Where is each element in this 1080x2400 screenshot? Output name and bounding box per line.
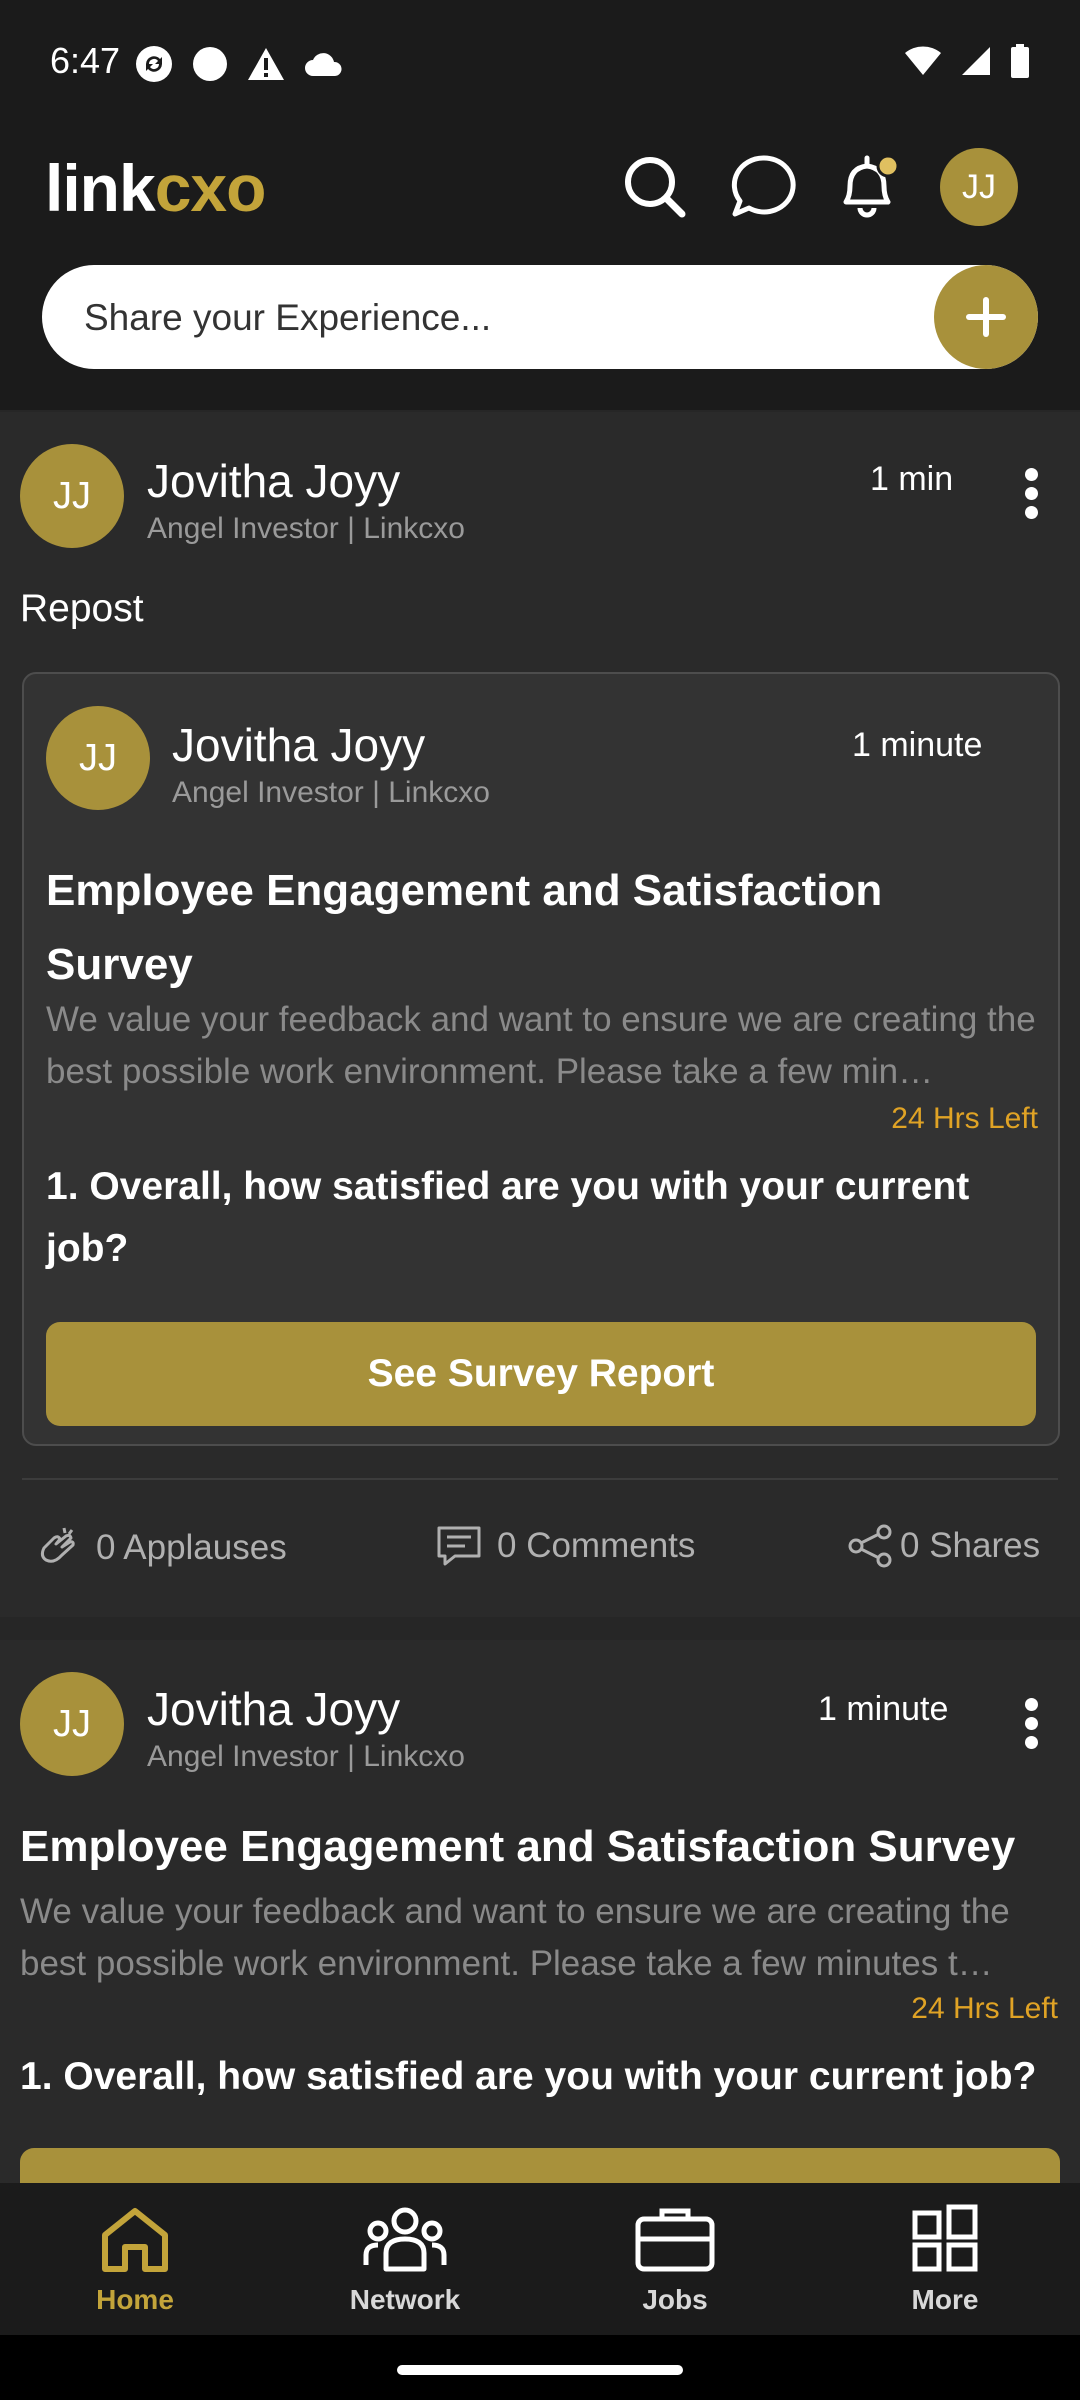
divider [22,1478,1058,1480]
grid-icon [912,2204,978,2272]
cloud-icon [305,53,342,76]
bottom-navigation: Home Network Jobs More [0,2183,1080,2335]
share-experience-input[interactable]: Share your Experience... [42,265,1038,369]
author-name[interactable]: Jovitha Joyy [147,1682,400,1736]
comments-button[interactable]: 0 Comments [435,1524,695,1568]
status-time: 6:47 [50,40,121,81]
nav-more-label: More [911,2284,979,2315]
more-options-icon[interactable] [1019,462,1043,542]
nav-home[interactable]: Home [65,2203,205,2316]
status-system-icons [904,44,1030,78]
status-notification-icons [135,45,343,83]
profile-avatar[interactable]: JJ [940,148,1018,226]
status-bar: 6:47 [0,0,1080,130]
author-name[interactable]: Jovitha Joyy [147,454,400,508]
plus-icon [966,297,1006,337]
survey-action-button[interactable] [20,2148,1060,2183]
author-name[interactable]: Jovitha Joyy [172,718,425,772]
author-subtitle: Angel Investor | Linkcxo [147,1740,465,1773]
more-options-icon[interactable] [1019,1692,1043,1772]
wifi-icon [905,46,941,75]
author-subtitle: Angel Investor | Linkcxo [172,776,490,809]
feed-post-repost: JJ Jovitha Joyy Angel Investor | Linkcxo… [0,412,1080,1617]
survey-description: We value your feedback and want to ensur… [46,1000,1036,1091]
app-header: linkcxo JJ Share your Experience... [0,130,1080,410]
nav-jobs[interactable]: Jobs [605,2203,745,2316]
author-subtitle: Angel Investor | Linkcxo [147,512,465,545]
nav-more[interactable]: More [875,2203,1015,2316]
applause-button[interactable]: 0 Applauses [34,1524,287,1572]
post-stats: 0 Applauses 0 Comments 0 Shares [0,1524,1080,1584]
time-left-badge: 24 Hrs Left [891,1102,1038,1135]
applause-icon [40,1527,75,1563]
survey-title[interactable]: Employee Engagement and Satisfaction Sur… [20,1810,1070,1884]
network-icon [363,2207,447,2272]
nav-network-label: Network [349,2284,461,2315]
repost-label: Repost [20,587,144,630]
logo-text-cxo: cxo [154,151,267,225]
nav-jobs-label: Jobs [642,2284,708,2315]
circle-notification-icon [193,47,227,81]
signal-icon [962,47,990,75]
home-icon [102,2208,168,2272]
survey-title: Employee Engagement and Satisfaction Sur… [46,866,883,989]
avatar[interactable]: JJ [46,706,150,810]
avatar[interactable]: JJ [20,1672,124,1776]
comment-icon [437,1526,481,1566]
shares-button[interactable]: 0 Shares [846,1524,1040,1568]
briefcase-icon [635,2208,715,2272]
survey-question: 1. Overall, how satisfied are you with y… [20,2055,1037,2098]
shares-count: 0 Shares [900,1526,1041,1565]
survey-description: We value your feedback and want to ensur… [20,1892,1010,1983]
battery-icon [1011,44,1029,78]
search-icon[interactable] [620,152,690,222]
logo-text-link: link [45,151,156,225]
post-time: 1 minute [852,726,983,764]
share-icon [848,1524,892,1568]
linkcxo-logo[interactable]: linkcxo [45,150,267,226]
nav-network[interactable]: Network [335,2203,475,2316]
system-navigation-bar [0,2335,1080,2400]
see-survey-report-button[interactable]: See Survey Report [46,1322,1036,1426]
reposted-survey-card[interactable]: JJ Jovitha Joyy Angel Investor | Linkcxo… [22,672,1060,1446]
feed-post-survey: JJ Jovitha Joyy Angel Investor | Linkcxo… [0,1640,1080,2183]
share-placeholder: Share your Experience... [84,297,492,338]
gesture-home-handle[interactable] [397,2365,683,2375]
post-time: 1 min [870,460,954,498]
nav-home-label: Home [96,2284,174,2315]
comments-count: 0 Comments [497,1526,696,1565]
avatar[interactable]: JJ [20,444,124,548]
chat-icon[interactable] [728,152,798,222]
sync-icon [136,46,172,82]
notification-bell-icon[interactable] [832,152,902,222]
survey-question: 1. Overall, how satisfied are you with y… [46,1165,970,1270]
time-left-badge: 24 Hrs Left [911,1992,1058,2025]
warning-icon [248,48,284,80]
post-time: 1 minute [818,1690,949,1728]
applause-count: 0 Applauses [96,1528,287,1567]
add-post-button[interactable] [934,265,1038,369]
